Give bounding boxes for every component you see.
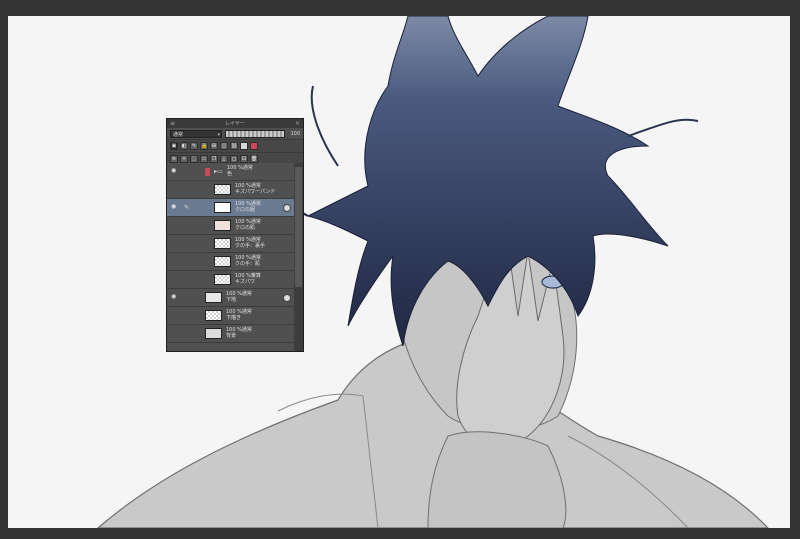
new-layer-icon[interactable]: ＋ <box>180 155 188 163</box>
blend-mode-select[interactable]: 通常 ▾ <box>170 129 222 138</box>
color-red-icon[interactable] <box>250 142 258 150</box>
mask-icon[interactable] <box>283 204 291 212</box>
layer-thumbnail <box>214 202 231 213</box>
layer-name: クロの肌 <box>235 225 256 231</box>
blend-mode-row: 通常 ▾ 100 <box>167 128 303 139</box>
duplicate-layer-icon[interactable]: ❐ <box>210 155 218 163</box>
eye-icon[interactable]: ◉ <box>171 294 179 300</box>
layer-list: ◉ ▸▭ 100 %通常 色 100 %通常 キズパワーパンド ◉ ✎ 100 … <box>167 163 303 351</box>
mask-toggle-icon[interactable]: ◫ <box>220 142 228 150</box>
mask-icon[interactable] <box>283 294 291 302</box>
layer-name: 背景 <box>226 333 237 339</box>
layer-row[interactable]: ◉ 100 %通常 下地 <box>167 289 303 307</box>
layer-thumbnail <box>205 328 222 339</box>
layer-name: クロの服 <box>235 207 256 213</box>
add-mask-icon[interactable]: ◻ <box>230 155 238 163</box>
layer-name: クの手：裏手 <box>235 243 266 249</box>
layer-name: 下地 <box>226 297 237 303</box>
new-folder-icon[interactable]: ▭ <box>200 155 208 163</box>
layer-row[interactable]: 100 %通常 キズパワーパンド <box>167 181 303 199</box>
layer-row[interactable]: 100 %通常 下描き <box>167 307 303 325</box>
hair-strand <box>310 85 339 167</box>
layer-row-selected[interactable]: ◉ ✎ 100 %通常 クロの服 <box>167 199 303 217</box>
opacity-slider[interactable] <box>225 129 285 138</box>
new-vector-layer-icon[interactable]: ⬚ <box>190 155 198 163</box>
transparency-lock-icon[interactable]: ⊞ <box>210 142 218 150</box>
layer-name: キズパワーパンド <box>235 189 276 195</box>
layer-panel: レイヤー ≡ × 通常 ▾ 100 ▣ ◐ ✎ 🔒 ⊞ ◫ ⛓ ≋ ＋ ⬚ ▭ ❐… <box>166 118 304 352</box>
layer-name: 色 <box>227 171 233 177</box>
layer-options-icon[interactable]: ≋ <box>170 155 178 163</box>
layer-name: キズパワ <box>235 279 256 285</box>
hair <box>306 16 669 347</box>
eye-icon[interactable]: ◉ <box>171 204 179 210</box>
layer-property-toolbar: ▣ ◐ ✎ 🔒 ⊞ ◫ ⛓ <box>167 139 303 152</box>
layer-panel-title: レイヤー <box>225 121 245 127</box>
color-white-icon[interactable] <box>240 142 248 150</box>
opacity-value: 100 <box>290 130 300 137</box>
layer-list-scrollbar[interactable] <box>294 163 303 351</box>
layer-row[interactable]: 100 %乗算 キズパワ <box>167 271 303 289</box>
layer-name: 下描き <box>226 315 242 321</box>
hair-strand <box>627 118 699 137</box>
apply-mask-icon[interactable]: ⊡ <box>240 155 248 163</box>
layer-thumbnail <box>205 292 222 303</box>
layer-thumbnail <box>214 274 231 285</box>
menu-icon[interactable]: ≡ <box>169 120 176 127</box>
brush-icon: ✎ <box>184 204 190 211</box>
close-icon[interactable]: × <box>294 120 301 127</box>
scrollbar-thumb[interactable] <box>295 167 302 287</box>
layer-row[interactable]: 100 %通常 クの手：肌 <box>167 253 303 271</box>
layer-thumbnail <box>205 310 222 321</box>
eye-icon[interactable]: ◉ <box>171 168 179 174</box>
layer-thumbnail <box>214 220 231 231</box>
layer-panel-titlebar[interactable]: レイヤー ≡ × <box>167 119 303 128</box>
layer-thumbnail <box>214 184 231 195</box>
lock-icon[interactable]: 🔒 <box>200 142 208 150</box>
layer-thumbnail <box>214 238 231 249</box>
merge-down-icon[interactable]: ⤓ <box>220 155 228 163</box>
figure-arm <box>427 431 567 528</box>
trash-icon[interactable]: 🗑 <box>250 155 258 163</box>
drawing-canvas[interactable] <box>8 16 790 528</box>
layer-row[interactable]: ◉ ▸▭ 100 %通常 色 <box>167 163 303 181</box>
draft-icon[interactable]: ✎ <box>190 142 198 150</box>
link-icon[interactable]: ⛓ <box>230 142 238 150</box>
layer-row[interactable]: 100 %通常 クの手：裏手 <box>167 235 303 253</box>
reference-icon[interactable]: ◐ <box>180 142 188 150</box>
layer-thumbnail <box>214 256 231 267</box>
layer-row[interactable]: 100 %通常 クロの肌 <box>167 217 303 235</box>
artwork-illustration <box>97 16 769 528</box>
clip-icon[interactable]: ▣ <box>170 142 178 150</box>
layer-row[interactable]: 100 %通常 背景 <box>167 325 303 343</box>
layer-name: クの手：肌 <box>235 261 261 267</box>
